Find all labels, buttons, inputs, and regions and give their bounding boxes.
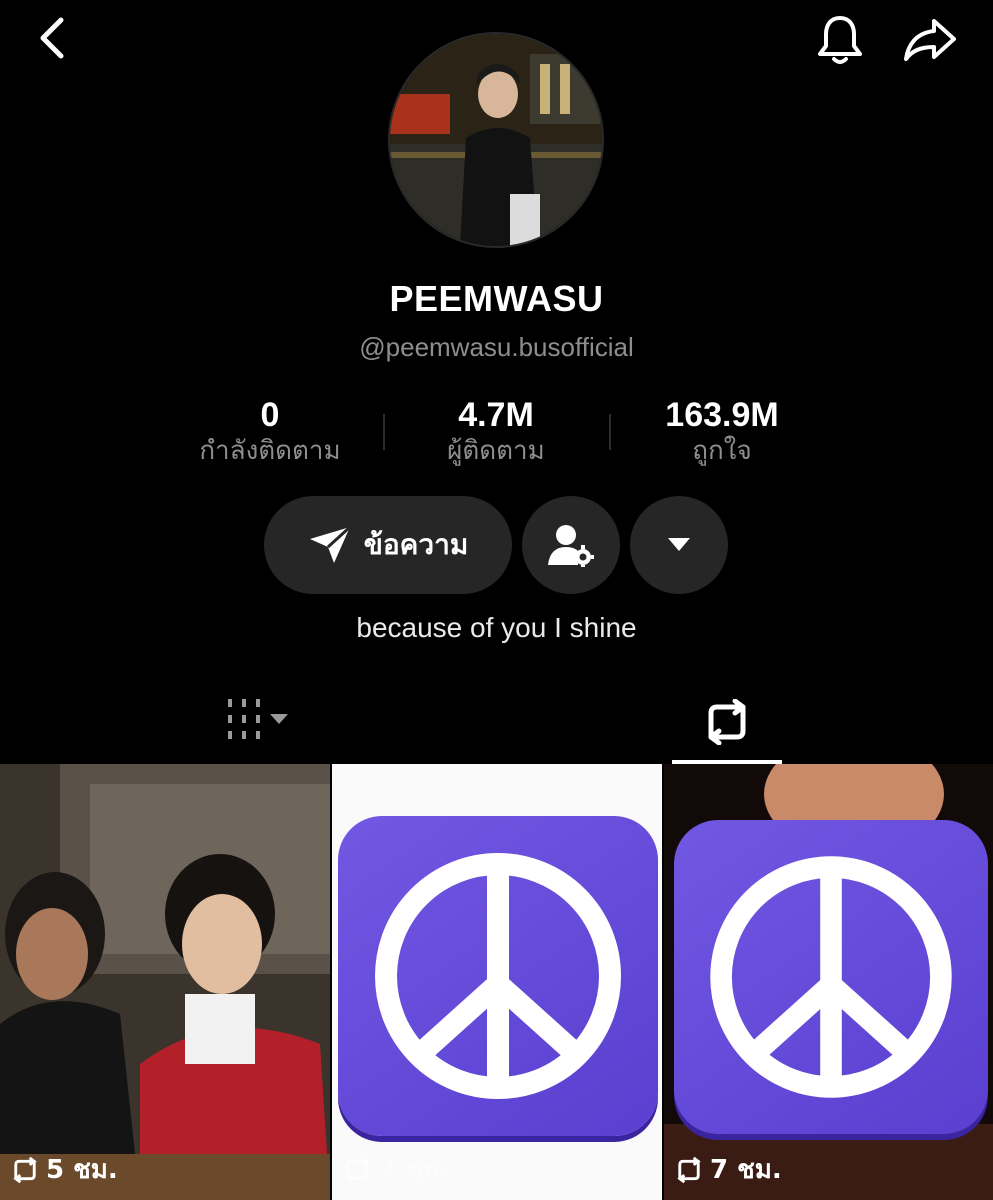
content-tabs	[0, 680, 993, 764]
stat-divider	[383, 414, 385, 450]
followers-label: ผู้ติดตาม	[447, 436, 545, 466]
avatar-photo	[390, 34, 602, 246]
repost-time: 7 ชม.	[378, 1155, 450, 1185]
video-grid: 5 ชม. 7 ชม. 7 ชม.	[0, 764, 993, 1200]
stat-likes[interactable]: 163.9M ถูกใจ	[612, 396, 832, 468]
profile-stats: 0 กำลังติดตาม 4.7M ผู้ติดตาม 163.9M ถูกใ…	[0, 396, 993, 472]
stat-following[interactable]: 0 กำลังติดตาม	[160, 396, 380, 468]
back-chevron-icon	[40, 17, 64, 59]
profile-actions: ข้อความ	[0, 496, 993, 594]
share-arrow-icon	[904, 19, 956, 61]
likes-count: 163.9M	[665, 396, 779, 434]
following-count: 0	[260, 396, 280, 434]
peace-sign-image	[338, 816, 658, 1136]
caret-down-icon	[270, 714, 288, 724]
likes-label: ถูกใจ	[692, 436, 752, 466]
repost-icon	[708, 699, 746, 745]
profile-bio: because of you I shine	[356, 612, 637, 643]
notification-bell-button[interactable]	[812, 12, 868, 68]
video-tile[interactable]: 5 ชม.	[0, 764, 330, 1200]
more-options-button[interactable]	[630, 496, 728, 594]
stat-followers[interactable]: 4.7M ผู้ติดตาม	[386, 396, 606, 468]
share-button[interactable]	[898, 12, 962, 68]
repost-time-overlay: 7 ชม.	[342, 1149, 450, 1190]
video-tile[interactable]: 7 ชม.	[332, 764, 662, 1200]
caret-down-icon	[668, 538, 690, 551]
repost-time-overlay: 5 ชม.	[10, 1149, 118, 1190]
tab-reposts[interactable]	[672, 680, 782, 764]
video-thumbnail	[0, 764, 330, 1200]
message-button-label: ข้อความ	[363, 528, 469, 561]
peace-icon	[375, 853, 621, 1099]
followers-count: 4.7M	[458, 396, 534, 434]
message-button[interactable]: ข้อความ	[264, 496, 512, 594]
user-gear-icon	[548, 525, 594, 567]
video-tile[interactable]: 7 ชม.	[664, 764, 993, 1200]
display-name: PEEMWASU	[389, 278, 604, 319]
repost-icon	[13, 1156, 37, 1183]
profile-avatar[interactable]	[388, 32, 604, 248]
username-handle: @peemwasu.busofficial	[359, 332, 634, 362]
peace-sign-image	[674, 820, 988, 1134]
following-label: กำลังติดตาม	[199, 436, 341, 466]
back-button[interactable]	[28, 14, 76, 62]
grid-icon	[228, 699, 260, 739]
bell-icon	[818, 16, 862, 64]
repost-time: 5 ชม.	[46, 1155, 118, 1185]
stat-divider	[609, 414, 611, 450]
add-friend-button[interactable]	[522, 496, 620, 594]
repost-icon	[677, 1156, 701, 1183]
repost-icon	[345, 1156, 369, 1183]
send-icon	[309, 525, 351, 563]
peace-icon	[710, 856, 952, 1098]
repost-time-overlay: 7 ชม.	[674, 1149, 782, 1190]
repost-time: 7 ชม.	[710, 1155, 782, 1185]
tab-videos[interactable]	[226, 694, 316, 744]
